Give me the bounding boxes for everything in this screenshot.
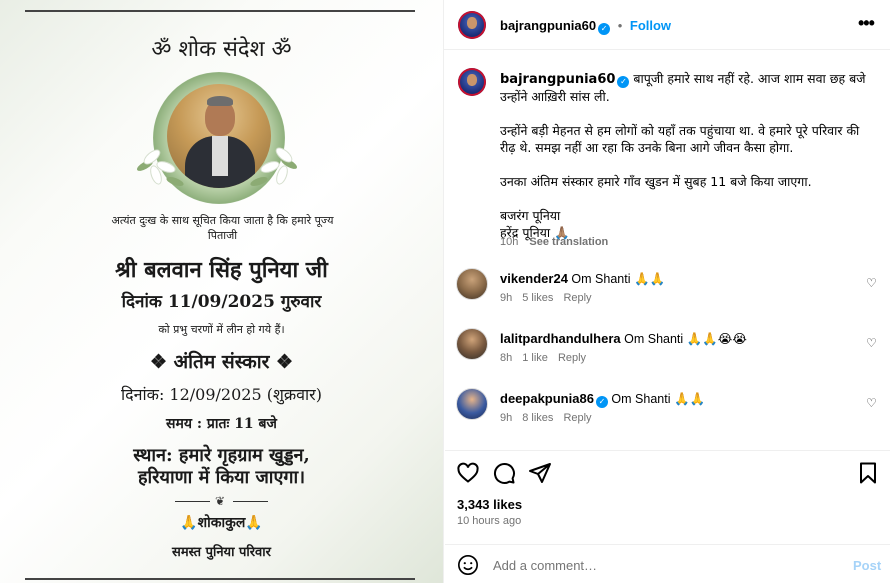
rites-place-line2: हरियाणा में किया जाएगा। [137, 467, 306, 488]
commenter-avatar[interactable] [456, 268, 488, 300]
rites-date: दिनांक: 12/09/2025 (शुक्रवार) [121, 385, 322, 404]
commenter-avatar[interactable] [456, 328, 488, 360]
likes-count[interactable]: 3,343 likes [457, 497, 522, 512]
add-comment-bar: Post [445, 544, 890, 583]
action-bar [445, 450, 890, 490]
comment-heart-icon[interactable]: ♡ [866, 276, 877, 290]
comment-icon[interactable] [492, 461, 516, 485]
comment-text: Om Shanti 🙏🙏😭😭 [624, 332, 747, 346]
post-caption: bajrangpunia60 ✓ बापूजी हमारे साथ नहीं रह… [500, 70, 875, 241]
comment-time: 8h [500, 352, 513, 364]
post-age: 10 hours ago [457, 515, 522, 527]
commenter-username[interactable]: deepakpunia86 [500, 391, 594, 406]
deceased-name: श्री बलवान सिंह पुनिया जी [115, 257, 328, 283]
verified-icon: ✓ [617, 76, 630, 88]
commenter-username[interactable]: lalitpardhandulhera [500, 331, 621, 346]
caption-paragraph-2: उन्होंने बड़ी मेहनत से हम लोगों को यहाँ … [500, 123, 860, 155]
reply-button[interactable]: Reply [558, 352, 586, 364]
author-username[interactable]: bajrangpunia60 [500, 18, 596, 33]
post-image[interactable]: ॐ शोक संदेश ॐ अत्यंत दुःख के साथ सूचित क… [0, 0, 443, 583]
emoji-icon[interactable] [457, 554, 479, 576]
save-icon[interactable] [856, 461, 880, 485]
rites-place-line1: स्थान: हमारे गृहग्राम खुड्डन, [133, 445, 310, 466]
death-date: दिनांक 11/09/2025 गुरुवार [121, 292, 322, 312]
header-user: bajrangpunia60 ✓ • Follow [500, 18, 671, 35]
comment-time: 9h [500, 292, 513, 304]
see-translation-link[interactable]: See translation [529, 236, 608, 248]
reply-button[interactable]: Reply [563, 412, 591, 424]
comment-item: deepakpunia86 ✓ Om Shanti 🙏🙏 9h 8 likes Rep… [456, 388, 877, 432]
comment-likes[interactable]: 5 likes [522, 292, 553, 304]
caption-meta: 10h See translation [500, 236, 616, 248]
comment-heart-icon[interactable]: ♡ [866, 396, 877, 410]
comment-input[interactable] [493, 558, 823, 573]
lily-flowers-left [130, 142, 200, 192]
reply-button[interactable]: Reply [563, 292, 591, 304]
condolence-card: ॐ शोक संदेश ॐ अत्यंत दुःख के साथ सूचित क… [0, 0, 443, 583]
comment-item: lalitpardhandulhera Om Shanti 🙏🙏😭😭 8h 1 l… [456, 328, 877, 372]
verified-icon: ✓ [598, 23, 611, 35]
heart-icon[interactable] [456, 461, 480, 485]
more-icon[interactable]: ••• [858, 13, 875, 34]
caption-signature-1: बजरंग पूनिया [500, 208, 561, 223]
card-line: को प्रभु चरणों में लीन हो गये हैं। [158, 323, 285, 336]
share-icon[interactable] [528, 461, 552, 485]
rites-place: स्थान: हमारे गृहग्राम खुड्डन, हरियाणा मे… [0, 445, 443, 489]
follow-button[interactable]: Follow [630, 18, 671, 33]
caption-time: 10h [500, 236, 519, 248]
separator-dot: • [617, 18, 623, 33]
last-rites-heading: ❖ अंतिम संस्कार ❖ [149, 351, 294, 373]
card-title: ॐ शोक संदेश ॐ [151, 37, 292, 62]
rites-time: समय : प्रातः 11 बजे [166, 416, 277, 432]
verified-icon: ✓ [595, 396, 608, 408]
caption-avatar[interactable] [458, 68, 486, 96]
card-intro: अत्यंत दुःख के साथ सूचित किया जाता है कि… [111, 214, 334, 242]
commenter-username[interactable]: vikender24 [500, 271, 568, 286]
card-top-border [25, 10, 415, 12]
lily-flowers-right [240, 142, 310, 192]
card-bottom-border [25, 578, 415, 580]
comment-text: Om Shanti 🙏🙏 [611, 392, 706, 406]
author-avatar[interactable] [458, 11, 486, 39]
commenter-avatar[interactable] [456, 388, 488, 420]
family-name: समस्त पुनिया परिवार [172, 545, 271, 560]
comment-text: Om Shanti 🙏🙏 [571, 272, 666, 286]
ornament-divider: ❦ [175, 494, 268, 508]
comment-likes[interactable]: 8 likes [522, 412, 553, 424]
comment-heart-icon[interactable]: ♡ [866, 336, 877, 350]
comment-likes[interactable]: 1 like [522, 352, 548, 364]
comment-item: vikender24 Om Shanti 🙏🙏 9h 5 likes Reply ♡ [456, 268, 877, 312]
post-button[interactable]: Post [853, 558, 881, 573]
caption-paragraph-3: उनका अंतिम संस्कार हमारे गाँव खुडन में स… [500, 174, 812, 189]
mourning-label: 🙏शोकाकुल🙏 [180, 515, 263, 531]
caption-username[interactable]: bajrangpunia60 [500, 72, 615, 87]
comment-time: 9h [500, 412, 513, 424]
